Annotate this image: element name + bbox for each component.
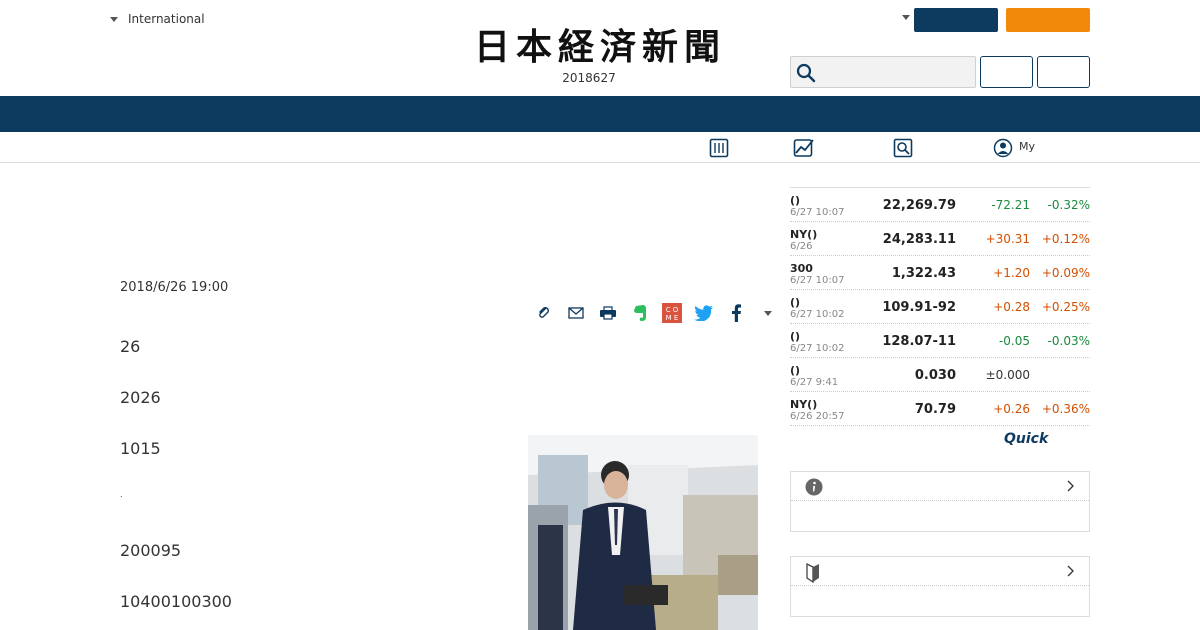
market-time: 6/27 10:02: [790, 309, 845, 320]
quick-logo[interactable]: Quick: [1004, 431, 1048, 447]
article-paragraph: 10400100300: [120, 592, 232, 611]
sub-nav: My: [0, 132, 1200, 163]
chevron-right-icon: [1067, 565, 1074, 577]
article-paragraph: 26: [120, 337, 141, 356]
market-row[interactable]: NY() 6/26 24,283.11 +30.31 +0.12%: [790, 222, 1090, 256]
clip-icon[interactable]: [528, 300, 560, 326]
user-icon[interactable]: [993, 138, 1013, 158]
chevron-right-icon: [1067, 480, 1074, 492]
market-name: (): [790, 330, 801, 343]
market-time: 6/26 20:57: [790, 411, 845, 422]
caret-down-icon: [764, 310, 772, 316]
article-paragraph: .: [120, 490, 123, 499]
share-bar: C OM E: [528, 300, 784, 326]
beginner-box-header[interactable]: [791, 557, 1089, 586]
logo[interactable]: 日本経済新聞: [452, 27, 748, 67]
facebook-icon[interactable]: [720, 300, 752, 326]
market-time: 6/26: [790, 241, 813, 252]
market-change: +0.26: [993, 402, 1030, 416]
market-value: 128.07-11: [882, 334, 956, 349]
market-row[interactable]: 300 6/27 10:07 1,322.43 +1.20 +0.09%: [790, 256, 1090, 290]
market-value: 22,269.79: [882, 198, 956, 213]
market-name: (): [790, 364, 801, 377]
market-value: 1,322.43: [891, 266, 956, 281]
market-row[interactable]: () 6/27 10:07 22,269.79 -72.21 -0.32%: [790, 188, 1090, 222]
market-row[interactable]: NY() 6/26 20:57 70.79 +0.26 +0.36%: [790, 392, 1090, 426]
comment-icon[interactable]: C OM E: [656, 300, 688, 326]
market-value: 24,283.11: [882, 232, 956, 247]
mail-icon[interactable]: [560, 300, 592, 326]
market-value: 0.030: [914, 368, 956, 383]
market-name: (): [790, 194, 801, 207]
market-percent: +0.36%: [1041, 402, 1090, 416]
article-paragraph: 2026: [120, 388, 161, 407]
market-change: +0.28: [993, 300, 1030, 314]
market-time: 6/27 10:07: [790, 207, 845, 218]
magnifier-icon[interactable]: [893, 138, 913, 158]
market-percent: -0.03%: [1047, 334, 1090, 348]
edition-selector[interactable]: International: [110, 12, 205, 26]
my-label[interactable]: My: [1019, 140, 1035, 153]
market-time: 6/27 9:41: [790, 377, 839, 388]
market-name: (): [790, 296, 801, 309]
market-change: +1.20: [993, 266, 1030, 280]
chart-icon[interactable]: [793, 138, 815, 158]
publish-time: 2018/6/26 19:00: [120, 280, 229, 295]
market-change: -72.21: [991, 198, 1030, 212]
beginner-icon: [806, 563, 819, 583]
header-date: 2018627: [562, 71, 616, 85]
market-change: +30.31: [985, 232, 1030, 246]
market-table: () 6/27 10:07 22,269.79 -72.21 -0.32% NY…: [790, 187, 1090, 426]
header-button-1[interactable]: [980, 56, 1033, 88]
market-percent: +0.09%: [1041, 266, 1090, 280]
twitter-icon[interactable]: [688, 300, 720, 326]
share-more-button[interactable]: [752, 300, 784, 326]
svg-text:C O: C O: [666, 306, 679, 314]
article-photo[interactable]: [528, 435, 758, 630]
market-row[interactable]: () 6/27 9:41 0.030 ±0.000: [790, 358, 1090, 392]
beginner-box: [790, 556, 1090, 617]
header-button-2[interactable]: [1037, 56, 1090, 88]
search-input[interactable]: [790, 56, 976, 88]
market-value: 109.91-92: [882, 300, 956, 315]
main-nav-bar: [0, 96, 1200, 132]
info-box-header[interactable]: [791, 472, 1089, 501]
article-paragraph: 1015: [120, 439, 161, 458]
edition-label: International: [128, 12, 205, 26]
market-name: NY(): [790, 398, 818, 411]
market-percent: -0.32%: [1047, 198, 1090, 212]
logo-text: 日本経済新聞: [473, 26, 726, 68]
search-icon[interactable]: [795, 62, 817, 84]
market-percent: +0.25%: [1041, 300, 1090, 314]
info-icon: [805, 478, 823, 496]
market-row[interactable]: () 6/27 10:02 109.91-92 +0.28 +0.25%: [790, 290, 1090, 324]
evernote-icon[interactable]: [624, 300, 656, 326]
caret-down-icon[interactable]: [902, 15, 910, 20]
market-row[interactable]: () 6/27 10:02 128.07-11 -0.05 -0.03%: [790, 324, 1090, 358]
print-icon[interactable]: [592, 300, 624, 326]
svg-text:M E: M E: [666, 314, 679, 322]
market-percent: +0.12%: [1041, 232, 1090, 246]
market-name: NY(): [790, 228, 818, 241]
market-time: 6/27 10:02: [790, 343, 845, 354]
article-paragraph: 200095: [120, 541, 182, 560]
market-name: 300: [790, 262, 813, 275]
market-time: 6/27 10:07: [790, 275, 845, 286]
login-button[interactable]: [914, 8, 998, 32]
market-change: -0.05: [998, 334, 1030, 348]
subscribe-button[interactable]: [1006, 8, 1090, 32]
market-change: ±0.000: [985, 368, 1030, 382]
market-value: 70.79: [914, 402, 956, 417]
info-box: [790, 471, 1090, 532]
newspaper-icon[interactable]: [709, 138, 729, 158]
caret-down-icon: [110, 16, 118, 22]
